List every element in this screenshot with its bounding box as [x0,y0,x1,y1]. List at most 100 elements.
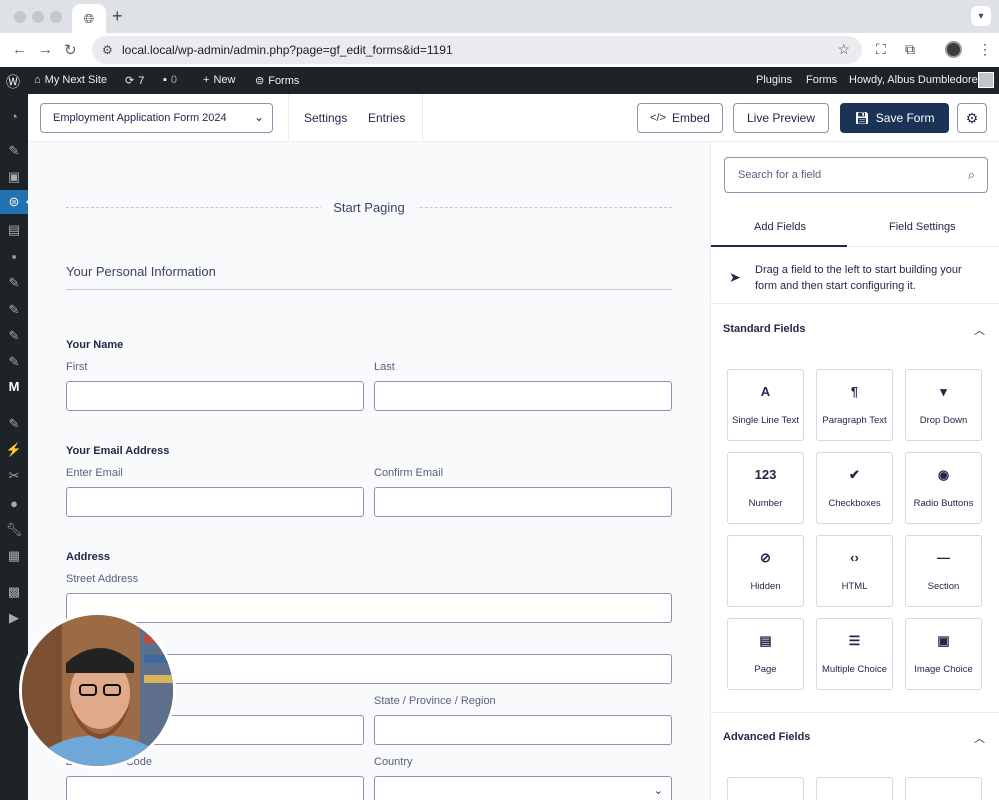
advanced-field-tile[interactable] [816,777,893,800]
admin-bar-forms-right[interactable]: Forms [806,74,837,86]
settings-link[interactable]: Settings [304,111,347,125]
window-minimize-dot[interactable] [32,11,44,23]
state-input[interactable] [374,715,672,745]
scissors-icon[interactable]: ✂ [6,468,22,484]
wordpress-logo-icon[interactable]: Ⓦ [6,72,20,92]
street-address-input[interactable] [66,593,672,623]
tab-search-chevron-icon[interactable]: ▾ [971,6,991,26]
field-tile-label: Radio Buttons [913,498,974,509]
entries-link[interactable]: Entries [368,111,405,125]
field-tile-label: Drop Down [919,415,968,426]
field-tile-section[interactable]: — Section [905,535,982,607]
browser-menu-icon[interactable]: ⋮ [978,41,992,58]
bookmark-star-icon[interactable]: ☆ [837,41,850,58]
posts-pin-icon[interactable]: ✎ [6,143,22,159]
extensions-icon[interactable]: ⧉ [905,41,915,58]
field-tile-label: Multiple Choice [822,664,887,675]
postal-code-input[interactable] [66,776,364,800]
admin-bar-forms[interactable]: ⊜ Forms [255,74,300,88]
window-zoom-dot[interactable] [50,11,62,23]
forms-icon[interactable]: ⊜ [6,194,22,210]
appearance-icon[interactable]: ✎ [6,416,22,432]
user-avatar[interactable] [978,72,994,88]
field-tile-page[interactable]: ▤ Page [727,618,804,690]
field-tile-single-line-text[interactable]: A Single Line Text [727,369,804,441]
field-tile-multiple-choice[interactable]: ☰ Multiple Choice [816,618,893,690]
field-tile-paragraph-text[interactable]: ¶ Paragraph Text [816,369,893,441]
confirm-email-label: Confirm Email [374,467,444,479]
pin-icon-4[interactable]: ✎ [6,354,22,370]
embed-button[interactable]: </> Embed [637,103,723,133]
country-select[interactable]: ⌄ [374,776,672,800]
field-tile-image-choice[interactable]: ▣ Image Choice [905,618,982,690]
advanced-field-tile[interactable] [905,777,982,800]
comments-count: 0 [170,74,178,86]
drag-hint: ➤ Drag a field to the left to start buil… [711,247,999,304]
media-icon[interactable]: ▣ [6,169,22,185]
plugins-icon[interactable]: ⚡ [6,442,22,458]
pages-icon[interactable]: ▤ [6,222,22,238]
field-search-input[interactable]: Search for a field ⌕ [724,157,988,193]
admin-bar-new[interactable]: + New [203,74,235,86]
field-tile-drop-down[interactable]: ▾ Drop Down [905,369,982,441]
country-label: Country [374,756,413,768]
start-paging-label[interactable]: Start Paging [28,200,710,215]
forms-label: Forms [268,74,300,87]
browser-tab[interactable]: 🌐︎ [72,4,106,33]
reload-icon[interactable]: ↻ [64,41,77,59]
address-bar[interactable]: ⚙ local.local/wp-admin/admin.php?page=gf… [92,36,862,64]
admin-bar-plugins[interactable]: Plugins [756,74,792,86]
field-tile-checkboxes[interactable]: ✔ Checkboxes [816,452,893,524]
tab-add-fields[interactable]: Add Fields [754,221,806,233]
tab-field-settings[interactable]: Field Settings [889,221,956,233]
settings-grid-icon[interactable]: ▦ [6,548,22,564]
confirm-email-input[interactable] [374,487,672,517]
m-logo-icon[interactable]: M [6,378,22,394]
advanced-fields-title[interactable]: Advanced Fields [723,731,810,743]
forward-arrow-icon[interactable]: → [38,41,53,58]
gear-icon[interactable]: ⚙ [957,103,987,133]
form-switcher[interactable]: Employment Application Form 2024 ⌄ [40,103,273,133]
admin-bar-updates[interactable]: ⟳ 7 [125,74,144,88]
save-form-label: Save Form [875,111,935,125]
profile-avatar[interactable] [945,41,962,58]
pin-icon-3[interactable]: ✎ [6,328,22,344]
url-text[interactable]: local.local/wp-admin/admin.php?page=gf_e… [122,43,453,57]
section-title[interactable]: Your Personal Information [66,264,216,279]
admin-bar-howdy[interactable]: Howdy, Albus Dumbledore [849,74,978,86]
advanced-field-tile[interactable] [727,777,804,800]
field-tile-radio-buttons[interactable]: ◉ Radio Buttons [905,452,982,524]
qr-icon[interactable]: ▩ [6,584,22,600]
chevron-up-icon[interactable]: ︿ [974,730,985,746]
site-settings-icon[interactable]: ⚙ [102,43,113,57]
field-tile-html[interactable]: ‹› HTML [816,535,893,607]
play-icon[interactable]: ▶ [6,610,22,626]
dashboard-icon[interactable]: ◔ [6,108,22,124]
first-name-input[interactable] [66,381,364,411]
email-input[interactable] [66,487,364,517]
field-tile-number[interactable]: 123 Number [727,452,804,524]
users-icon[interactable]: ● [6,495,22,511]
screenshot-icon[interactable]: ⛶ [876,41,886,58]
field-tile-label: Hidden [750,581,781,592]
comments-icon[interactable]: ▪ [6,248,22,264]
chevron-up-icon[interactable]: ︿ [974,322,985,338]
save-form-button[interactable]: 💾︎ Save Form [840,103,949,133]
pin-icon-1[interactable]: ✎ [6,275,22,291]
updates-icon: ⟳ [125,75,135,87]
paragraph-icon: ¶ [850,384,859,399]
last-name-input[interactable] [374,381,672,411]
admin-bar-comments[interactable]: ▪ 0 [163,74,177,86]
section-line-icon: — [937,550,950,565]
back-arrow-icon[interactable]: ← [12,41,27,58]
browser-tab-strip: 🌐︎ + ▾ [0,0,999,33]
window-close-dot[interactable] [14,11,26,23]
new-tab-button[interactable]: + [112,6,123,27]
field-tile-hidden[interactable]: ⊘ Hidden [727,535,804,607]
pin-icon-2[interactable]: ✎ [6,302,22,318]
standard-fields-title[interactable]: Standard Fields [723,323,806,335]
browser-toolbar: ← → ↻ ⚙ local.local/wp-admin/admin.php?p… [0,33,999,67]
admin-bar-site[interactable]: ⌂ My Next Site [34,74,107,86]
tools-icon[interactable]: 🔧︎ [6,522,23,538]
live-preview-button[interactable]: Live Preview [733,103,829,133]
